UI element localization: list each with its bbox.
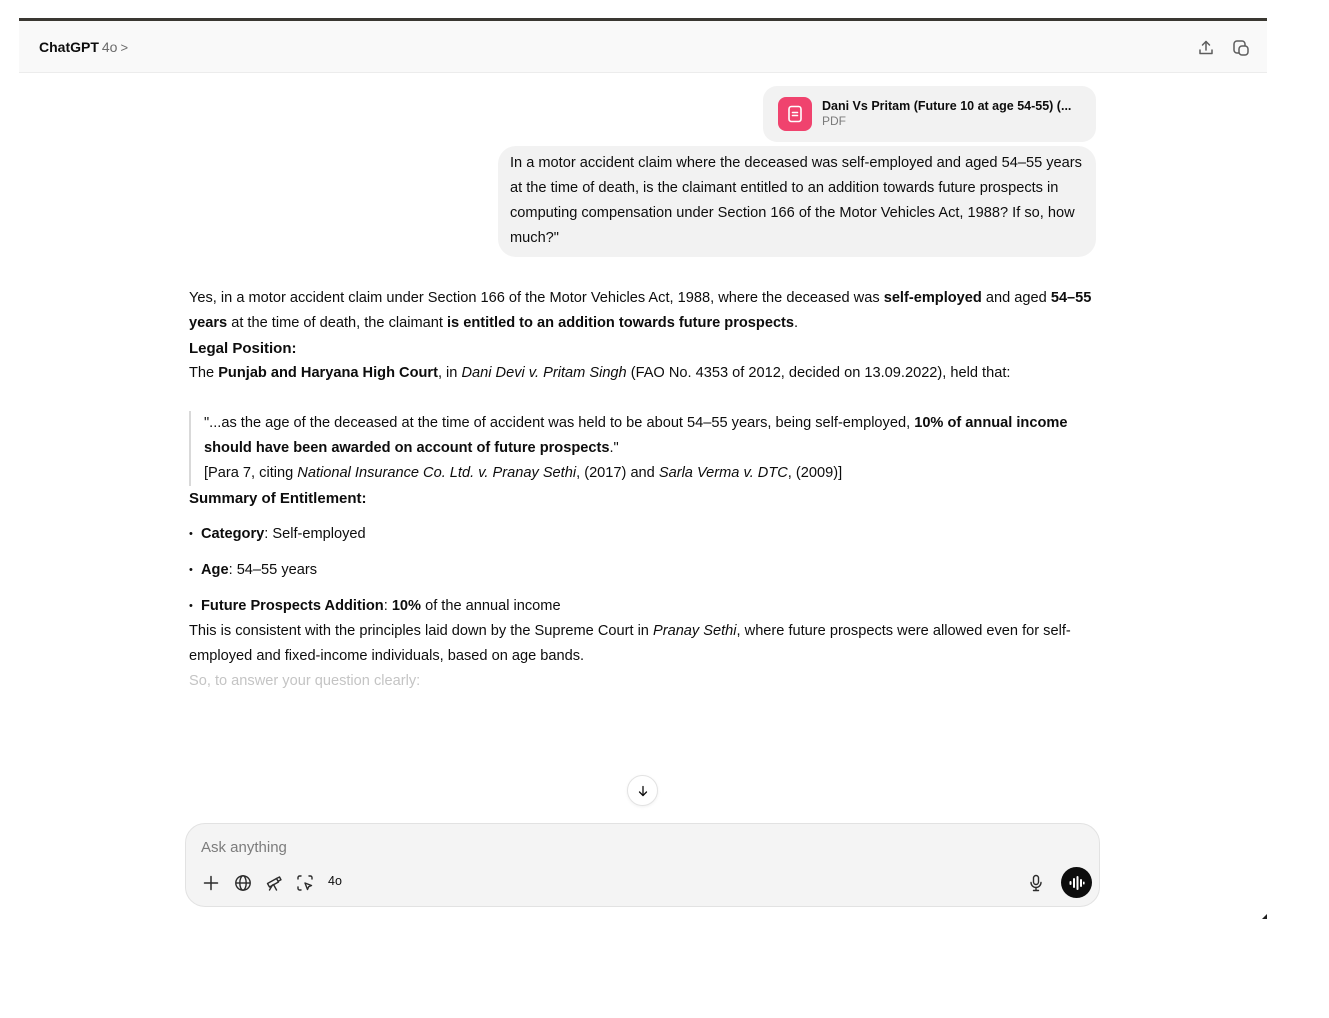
globe-icon[interactable] [232, 872, 254, 894]
faded-text: So, to answer your question clearly: [189, 673, 421, 689]
plus-icon[interactable] [200, 872, 222, 894]
model-selector[interactable]: ChatGPT 4o > [39, 39, 128, 55]
court-paragraph: The Punjab and Haryana High Court, in Da… [189, 365, 1011, 381]
attachment-type: PDF [822, 114, 846, 129]
judgment-quote: "...as the age of the deceased at the ti… [189, 411, 1101, 486]
heading-summary: Summary of Entitlement: [189, 490, 367, 507]
quote-citation: [Para 7, citing National Insurance Co. L… [204, 465, 843, 481]
document-icon [778, 97, 812, 131]
arrow-down-icon [638, 785, 647, 796]
chat-window: ChatGPT 4o > Dani Vs Pritam (Future 10 a… [19, 21, 1267, 921]
microphone-icon[interactable] [1025, 872, 1047, 894]
conversation[interactable]: Dani Vs Pritam (Future 10 at age 54-55) … [19, 74, 1267, 834]
scroll-to-bottom-button[interactable] [627, 775, 658, 806]
voice-mode-button[interactable] [1061, 867, 1092, 898]
model-chip[interactable]: 4o [328, 874, 342, 888]
app-name: ChatGPT [39, 39, 99, 55]
consistency-paragraph: This is consistent with the principles l… [189, 623, 1071, 664]
select-region-icon[interactable] [294, 872, 316, 894]
attachment-card[interactable]: Dani Vs Pritam (Future 10 at age 54-55) … [763, 86, 1096, 142]
assistant-message: Yes, in a motor accident claim under Sec… [189, 286, 1101, 694]
top-bar: ChatGPT 4o > [19, 21, 1267, 73]
share-icon[interactable] [1195, 37, 1217, 59]
list-item: Age: 54–55 years [189, 558, 1101, 583]
prompt-input[interactable] [201, 836, 901, 858]
new-chat-icon[interactable] [1230, 37, 1252, 59]
list-item: Category: Self-employed [189, 522, 1101, 547]
telescope-icon[interactable] [263, 872, 285, 894]
answer-intro: Yes, in a motor accident claim under Sec… [189, 290, 1092, 331]
voice-mode-icon [1069, 875, 1085, 890]
composer: 4o [185, 823, 1100, 907]
summary-list: Category: Self-employed Age: 54–55 years… [189, 522, 1101, 619]
quote-text: "...as the age of the deceased at the ti… [204, 415, 1068, 456]
model-version: 4o [101, 39, 118, 55]
chevron-right-icon: > [120, 39, 129, 55]
heading-legal-position: Legal Position: [189, 340, 297, 357]
user-message: In a motor accident claim where the dece… [498, 146, 1096, 257]
attachment-name: Dani Vs Pritam (Future 10 at age 54-55) … [822, 99, 1072, 114]
list-item: Future Prospects Addition: 10% of the an… [189, 594, 1101, 619]
